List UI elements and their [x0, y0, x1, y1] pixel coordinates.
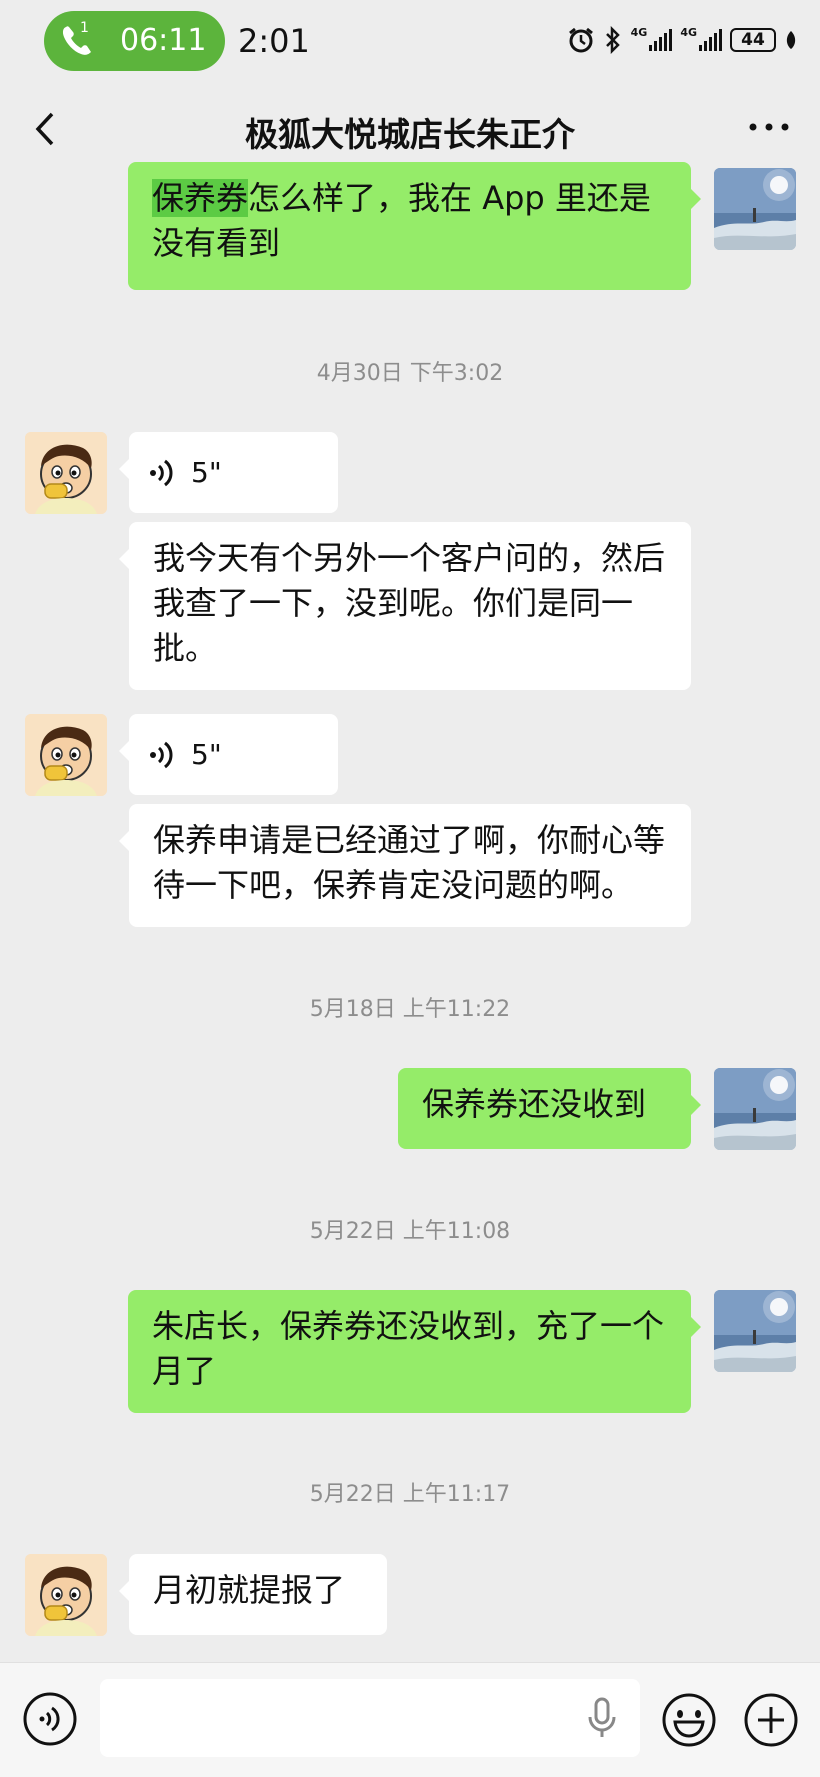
timestamp: 5月18日 上午11:22 [309, 997, 511, 1022]
outgoing-message[interactable]: 保养券怎么样了，我在 App 里还是没有看到 [128, 162, 701, 290]
voice-mode-icon[interactable] [22, 1691, 78, 1747]
outgoing-message[interactable]: 保养券还没收到 [398, 1068, 701, 1149]
call-count-badge: 1 [80, 20, 89, 36]
incoming-message[interactable]: 我今天有个另外一个客户问的，然后我查了一下，没到呢。你们是同一批。 [119, 522, 691, 690]
message-text: 月初就提报了 [153, 1571, 346, 1609]
voice-wave-icon [150, 459, 173, 486]
voice-duration: 5" [191, 738, 222, 771]
battery-icon: 44 [730, 28, 776, 52]
alarm-icon [568, 27, 593, 53]
microphone-icon[interactable] [587, 1697, 617, 1739]
timestamp: 5月22日 上午11:08 [309, 1219, 511, 1244]
timestamp: 4月30日 下午3:02 [316, 361, 504, 386]
voice-wave-icon [150, 741, 173, 768]
contact-avatar[interactable] [25, 714, 107, 796]
ongoing-call-pill[interactable]: 1 06:11 [44, 11, 225, 71]
status-bar: 1 06:11 2:01 4G 4G 44 [0, 0, 820, 82]
chat-input-bar [0, 1662, 820, 1777]
more-icon[interactable] [748, 120, 790, 134]
signal-icon [699, 29, 722, 51]
voice-message[interactable]: 5" [119, 432, 338, 513]
call-timer: 06:11 [120, 23, 207, 58]
my-avatar[interactable] [714, 1068, 796, 1150]
phone-icon [62, 26, 91, 55]
chat-title: 极狐大悦城店长朱正介 [245, 115, 575, 154]
leaf-icon [786, 31, 796, 49]
bluetooth-icon [605, 26, 620, 54]
plus-icon[interactable] [742, 1691, 800, 1749]
status-icons: 4G 4G 44 [567, 22, 798, 58]
network-type-2: 4G [680, 25, 697, 39]
incoming-message[interactable]: 保养申请是已经通过了啊，你耐心等待一下吧，保养肯定没问题的啊。 [119, 804, 691, 927]
message-text: 保养申请是已经通过了啊，你耐心等待一下吧，保养肯定没问题的啊。 [153, 821, 666, 904]
clock: 2:01 [238, 22, 310, 60]
timestamp: 5月22日 上午11:17 [309, 1482, 511, 1507]
incoming-message[interactable]: 月初就提报了 [119, 1554, 387, 1635]
voice-message[interactable]: 5" [119, 714, 338, 795]
my-avatar[interactable] [714, 168, 796, 250]
message-text: 朱店长，保养券还没收到，充了一个月了 [152, 1307, 665, 1390]
message-input[interactable] [100, 1679, 640, 1757]
voice-duration: 5" [191, 456, 222, 489]
contact-avatar[interactable] [25, 1554, 107, 1636]
emoji-icon[interactable] [660, 1691, 718, 1749]
network-type-1: 4G [630, 25, 648, 39]
my-avatar[interactable] [714, 1290, 796, 1372]
highlighted-keyword: 保养券 [152, 179, 249, 217]
message-text: 保养券还没收到 [422, 1085, 647, 1123]
message-text: 我今天有个另外一个客户问的，然后我查了一下，没到呢。你们是同一批。 [153, 539, 666, 667]
outgoing-message[interactable]: 朱店长，保养券还没收到，充了一个月了 [128, 1290, 701, 1413]
signal-icon [649, 29, 673, 51]
contact-avatar[interactable] [25, 432, 107, 514]
